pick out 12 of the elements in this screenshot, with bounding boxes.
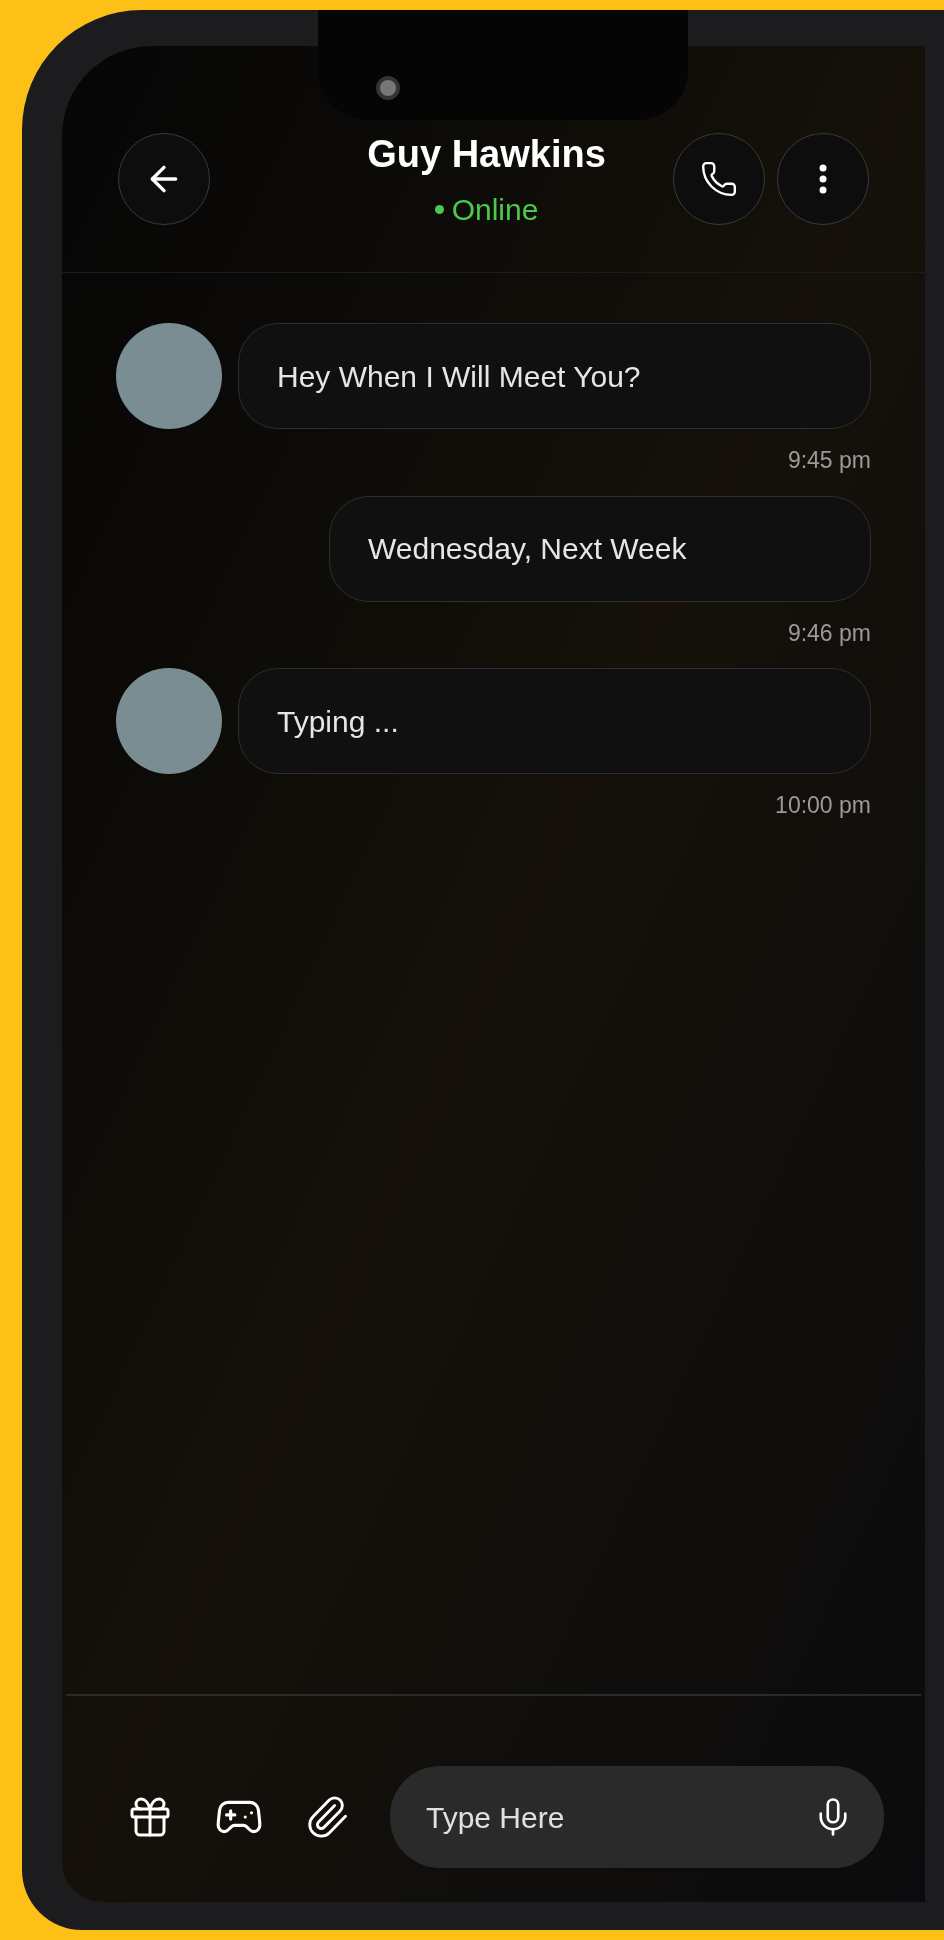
phone-icon xyxy=(700,160,738,198)
message-bubble: Typing ... xyxy=(238,668,871,774)
message-bubble: Hey When I Will Meet You? xyxy=(238,323,871,429)
contact-name: Guy Hawkins xyxy=(367,132,606,177)
message-bubble: Wednesday, Next Week xyxy=(329,495,871,602)
message-input[interactable]: Type Here xyxy=(390,1766,884,1868)
message-text-input[interactable]: Type Here xyxy=(426,1794,812,1840)
message-time: 9:45 pm xyxy=(787,446,871,475)
more-icon xyxy=(819,164,827,194)
status-text: Online xyxy=(451,192,539,228)
message-time: 10:00 pm xyxy=(775,791,871,820)
message-time: 9:46 pm xyxy=(787,618,871,648)
